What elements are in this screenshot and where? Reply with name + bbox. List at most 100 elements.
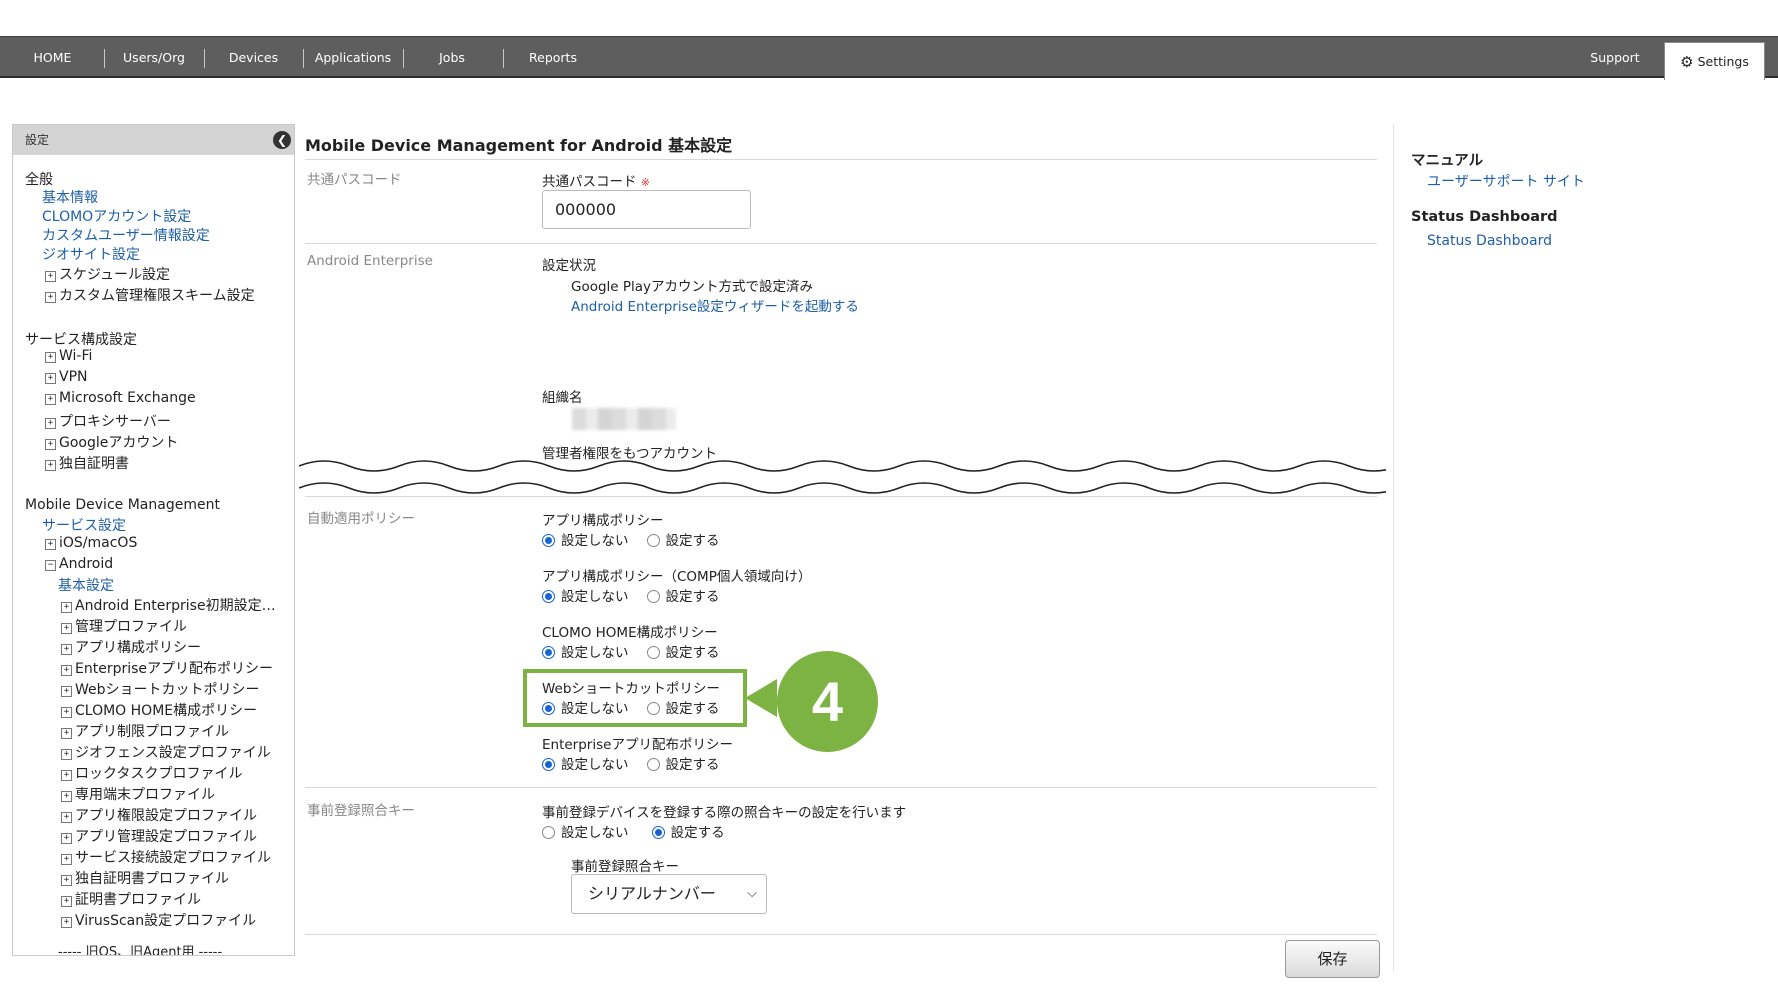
expand-icon[interactable]: + [61, 812, 72, 823]
sidebar-item-android-sub[interactable]: + VirusScan設定プロファイル [61, 910, 256, 930]
radio-button[interactable] [542, 826, 555, 839]
sidebar-item-ios-macos[interactable]: + iOS/macOS [45, 535, 137, 551]
policy-option-on[interactable]: 設定する [646, 589, 720, 605]
sidebar-item-wifi[interactable]: + Wi-Fi [45, 348, 92, 364]
sidebar-item-google-account[interactable]: + Googleアカウント [45, 432, 178, 452]
sidebar-link-service-settings[interactable]: サービス設定 [42, 515, 126, 535]
sidebar-item-custom-permission[interactable]: + カスタム管理権限スキーム設定 [45, 285, 255, 305]
sidebar-item-android-sub[interactable]: + CLOMO HOME構成ポリシー [61, 700, 257, 720]
radio-button[interactable] [646, 590, 660, 603]
nav-devices[interactable]: Devices [225, 37, 282, 76]
sidebar-link-clomo-account[interactable]: CLOMOアカウント設定 [42, 206, 191, 226]
sidebar-item-android-sub[interactable]: + Android Enterprise初期設定… [61, 595, 276, 615]
sidebar-item-android-sub[interactable]: + 管理プロファイル [61, 616, 187, 636]
prereg-radio-group: 設定しない 設定する [542, 821, 743, 841]
collapse-icon[interactable]: − [45, 560, 56, 571]
expand-icon[interactable]: + [61, 875, 72, 886]
expand-icon[interactable]: + [61, 833, 72, 844]
passcode-input[interactable]: 000000 [542, 190, 751, 229]
collapse-sidebar-icon[interactable]: ❮ [273, 131, 291, 149]
sidebar-item-android[interactable]: − Android [45, 556, 113, 572]
nav-separator [303, 49, 304, 68]
expand-icon[interactable]: + [61, 854, 72, 865]
sidebar-item-schedule[interactable]: + スケジュール設定 [45, 264, 170, 284]
radio-button-selected[interactable] [542, 534, 555, 547]
sidebar-item-proxy[interactable]: + プロキシサーバー [45, 411, 171, 431]
save-button[interactable]: 保存 [1285, 940, 1380, 978]
expand-icon[interactable]: + [45, 373, 56, 384]
expand-icon[interactable]: + [45, 394, 56, 405]
nav-applications[interactable]: Applications [312, 37, 394, 76]
prereg-option-off[interactable]: 設定しない [542, 825, 629, 841]
nav-support[interactable]: Support [1586, 37, 1644, 76]
expand-icon[interactable]: + [61, 917, 72, 928]
radio-button-selected[interactable] [651, 826, 665, 839]
nav-settings-tab[interactable]: ⚙ Settings [1664, 42, 1765, 80]
ae-wizard-link[interactable]: Android Enterprise設定ウィザードを起動する [571, 295, 859, 315]
content-cut-wave [299, 460, 1386, 494]
radio-button[interactable] [646, 758, 660, 771]
expand-icon[interactable]: + [61, 896, 72, 907]
sidebar-link-basic-info[interactable]: 基本情報 [42, 187, 98, 207]
expand-icon[interactable]: + [45, 418, 56, 429]
expand-icon[interactable]: + [61, 644, 72, 655]
expand-icon[interactable]: + [61, 686, 72, 697]
sidebar-item-android-sub[interactable]: + Enterpriseアプリ配布ポリシー [61, 658, 273, 678]
blurred-org-name [572, 408, 676, 430]
sidebar-item-android-sub[interactable]: + アプリ権限設定プロファイル [61, 805, 257, 825]
section-label-auto-policy: 自動適用ポリシー [307, 511, 415, 527]
sidebar-item-android-sub[interactable]: + ジオフェンス設定プロファイル [61, 742, 271, 762]
sidebar-item-android-sub[interactable]: + Webショートカットポリシー [61, 679, 260, 699]
radio-button-selected[interactable] [542, 758, 555, 771]
sidebar-link-custom-user-info[interactable]: カスタムユーザー情報設定 [42, 225, 210, 245]
radio-button-selected[interactable] [542, 646, 555, 659]
expand-icon[interactable]: + [61, 665, 72, 676]
sidebar-item-certificate[interactable]: + 独自証明書 [45, 453, 129, 473]
expand-icon[interactable]: + [61, 791, 72, 802]
sidebar-item-vpn[interactable]: + VPN [45, 369, 88, 385]
expand-icon[interactable]: + [61, 770, 72, 781]
policy-option-on[interactable]: 設定する [646, 645, 720, 661]
sidebar-item-exchange[interactable]: + Microsoft Exchange [45, 390, 196, 406]
nav-jobs[interactable]: Jobs [432, 37, 472, 76]
sidebar-title: 設定 [25, 133, 50, 147]
status-dashboard-link[interactable]: Status Dashboard [1427, 233, 1552, 249]
sidebar-item-android-sub[interactable]: + 証明書プロファイル [61, 889, 201, 909]
expand-icon[interactable]: + [45, 292, 56, 303]
nav-users-org[interactable]: Users/Org [118, 37, 190, 76]
user-support-site-link[interactable]: ユーザーサポート サイト [1427, 171, 1585, 191]
policy-option-off[interactable]: 設定しない [542, 533, 629, 549]
expand-icon[interactable]: + [61, 602, 72, 613]
sidebar-item-android-sub[interactable]: + アプリ構成ポリシー [61, 637, 201, 657]
expand-icon[interactable]: + [61, 707, 72, 718]
sidebar-item-android-sub[interactable]: + ロックタスクプロファイル [61, 763, 242, 783]
sidebar-link-geosite[interactable]: ジオサイト設定 [42, 244, 140, 264]
prereg-option-on[interactable]: 設定する [651, 825, 725, 841]
policy-option-off[interactable]: 設定しない [542, 645, 629, 661]
org-name-label: 組織名 [542, 390, 583, 406]
expand-icon[interactable]: + [61, 749, 72, 760]
sidebar-item-android-sub[interactable]: + アプリ制限プロファイル [61, 721, 229, 741]
policy-option-off[interactable]: 設定しない [542, 757, 629, 773]
expand-icon[interactable]: + [61, 623, 72, 634]
expand-icon[interactable]: + [45, 460, 56, 471]
sidebar-item-android-sub[interactable]: + 専用端末プロファイル [61, 784, 215, 804]
expand-icon[interactable]: + [45, 271, 56, 282]
sidebar-link-android-basic[interactable]: 基本設定 [58, 575, 114, 595]
sidebar-item-android-sub[interactable]: + アプリ管理設定プロファイル [61, 826, 257, 846]
nav-home[interactable]: HOME [30, 37, 75, 76]
expand-icon[interactable]: + [45, 352, 56, 363]
expand-icon[interactable]: + [61, 728, 72, 739]
expand-icon[interactable]: + [45, 439, 56, 450]
expand-icon[interactable]: + [45, 539, 56, 550]
nav-reports[interactable]: Reports [525, 37, 581, 76]
policy-option-on[interactable]: 設定する [646, 533, 720, 549]
sidebar-item-android-sub[interactable]: + サービス接続設定プロファイル [61, 847, 271, 867]
radio-button-selected[interactable] [542, 590, 555, 603]
policy-option-off[interactable]: 設定しない [542, 589, 629, 605]
radio-button[interactable] [646, 646, 660, 659]
sidebar-item-android-sub[interactable]: + 独自証明書プロファイル [61, 868, 229, 888]
prereg-key-select[interactable]: シリアルナンバー ⌵ [571, 874, 767, 914]
policy-option-on[interactable]: 設定する [646, 757, 720, 773]
radio-button[interactable] [646, 534, 660, 547]
